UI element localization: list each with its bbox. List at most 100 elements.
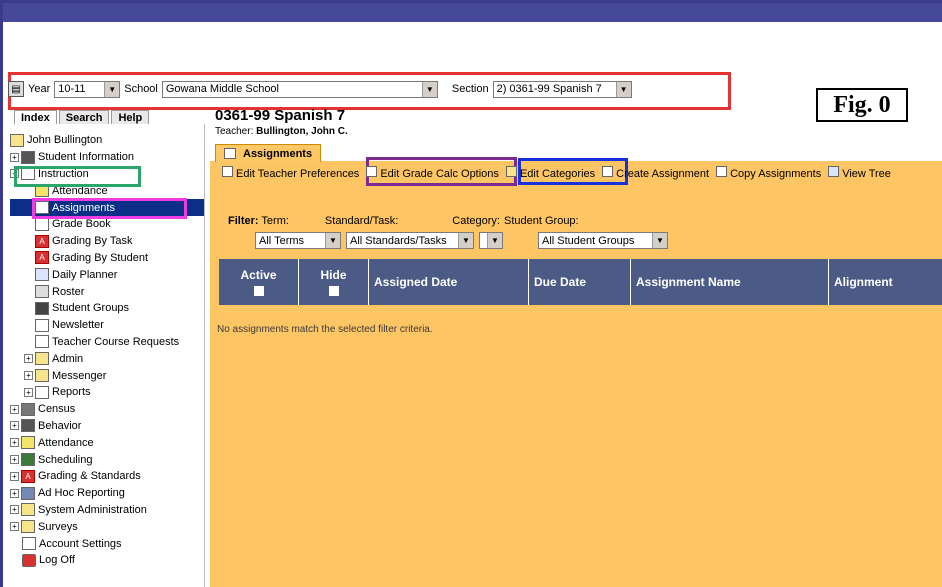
sidebar-item-account-settings[interactable]: Account Settings: [10, 535, 204, 552]
sidebar-item-daily-planner[interactable]: Daily Planner: [10, 266, 204, 283]
category-select[interactable]: ▼: [479, 232, 503, 249]
sidebar-item-label: Roster: [52, 285, 85, 298]
page-title: 0361-99 Spanish 7: [215, 107, 346, 124]
edit-teacher-preferences-link[interactable]: Edit Teacher Preferences: [222, 166, 359, 180]
sidebar-item-label: Daily Planner: [52, 268, 118, 281]
sidebar-item-census[interactable]: + Census: [10, 401, 204, 418]
column-label: Active: [240, 268, 277, 282]
column-alignment[interactable]: Alignment: [829, 259, 942, 305]
sidebar-item-teacher-course-requests[interactable]: Teacher Course Requests: [10, 334, 204, 351]
tab-assignments[interactable]: Assignments: [215, 144, 322, 162]
sidebar-item-label: Messenger: [52, 369, 107, 382]
expand-icon[interactable]: +: [10, 522, 19, 532]
column-assignment-name[interactable]: Assignment Name: [631, 259, 829, 305]
edit-icon: [222, 166, 233, 177]
year-select[interactable]: 10-11 ▼: [54, 80, 121, 98]
active-checkbox[interactable]: [253, 286, 264, 296]
expand-icon[interactable]: +: [10, 438, 19, 448]
action-label: Edit Teacher Preferences: [236, 168, 360, 180]
sidebar-item-label: Grading By Task: [52, 235, 133, 248]
action-label: View Tree: [842, 168, 891, 180]
sidebar-item-student-information[interactable]: + Student Information: [10, 149, 204, 166]
assignment-table-header: Active Hide Assigned Date Due Date Assig…: [219, 259, 942, 305]
school-select[interactable]: Gowana Middle School ▼: [161, 80, 438, 98]
tab-label: Assignments: [243, 147, 313, 160]
toggle-panel-icon[interactable]: ▤: [8, 81, 24, 97]
dropdown-arrow-icon: ▼: [487, 233, 502, 248]
teacher-prefix: Teacher:: [215, 126, 254, 137]
sidebar-item-ad-hoc-reporting[interactable]: + Ad Hoc Reporting: [10, 485, 204, 502]
sidebar-item-reports[interactable]: + Reports: [10, 384, 204, 401]
highlight-instruction-box: [14, 166, 141, 187]
expand-icon[interactable]: +: [10, 404, 19, 414]
create-assignment-link[interactable]: Create Assignment: [602, 166, 709, 180]
sidebar-item-label: John Bullington: [27, 134, 103, 147]
sidebar-item-user[interactable]: John Bullington: [10, 132, 204, 149]
sidebar-item-label: Grade Book: [52, 218, 111, 231]
census-icon: [21, 402, 35, 416]
highlight-assignments-box: [32, 198, 187, 219]
sidebar-item-attendance[interactable]: + Attendance: [10, 434, 204, 451]
standard-value: All Standards/Tasks: [350, 234, 447, 247]
tree-icon: [828, 166, 840, 177]
section-label: Section: [451, 83, 489, 95]
sidebar-item-grading-by-task[interactable]: A Grading By Task: [10, 233, 204, 250]
expand-icon[interactable]: +: [24, 371, 33, 381]
sidebar-item-system-administration[interactable]: + System Administration: [10, 502, 204, 519]
section-select[interactable]: 2) 0361-99 Spanish 7 ▼: [492, 80, 632, 98]
filter-label: Filter:: [228, 215, 259, 227]
edit-grade-calc-options-link[interactable]: Edit Grade Calc Options: [366, 166, 499, 180]
column-active[interactable]: Active: [219, 259, 299, 305]
column-label: Assignment Name: [636, 275, 741, 289]
sidebar-item-log-off[interactable]: Log Off: [10, 552, 204, 569]
year-label: Year: [28, 83, 51, 95]
copy-assignments-link[interactable]: Copy Assignments: [716, 166, 821, 180]
sidebar-item-grading-by-student[interactable]: A Grading By Student: [10, 250, 204, 267]
user-folder-icon: [10, 133, 24, 147]
sidebar-item-student-groups[interactable]: Student Groups: [10, 300, 204, 317]
teacher-line: Teacher: Bullington, John C.: [215, 126, 348, 137]
dropdown-arrow-icon: ▼: [325, 233, 340, 248]
sidebar-item-newsletter[interactable]: Newsletter: [10, 317, 204, 334]
sidebar-item-roster[interactable]: Roster: [10, 283, 204, 300]
attendance-icon: [21, 436, 35, 450]
sidebar-item-label: Grading & Standards: [38, 470, 141, 483]
hide-checkbox[interactable]: [328, 286, 339, 296]
sidebar-item-label: Behavior: [38, 419, 82, 432]
column-hide[interactable]: Hide: [299, 259, 369, 305]
group-select[interactable]: All Student Groups ▼: [538, 232, 668, 249]
standard-select[interactable]: All Standards/Tasks ▼: [346, 232, 474, 249]
view-tree-link[interactable]: View Tree: [828, 166, 891, 180]
dropdown-arrow-icon: ▼: [615, 81, 631, 97]
sidebar-item-messenger[interactable]: + Messenger: [10, 367, 204, 384]
system-admin-icon: [21, 503, 35, 517]
column-due-date[interactable]: Due Date: [529, 259, 631, 305]
expand-icon[interactable]: +: [10, 471, 19, 481]
term-label: Term:: [261, 215, 289, 227]
edit-categories-link[interactable]: Edit Categories: [505, 166, 596, 180]
expand-icon[interactable]: +: [10, 488, 19, 498]
sidebar-item-behavior[interactable]: + Behavior: [10, 418, 204, 435]
group-value: All Student Groups: [542, 234, 635, 247]
standard-label: Standard/Task:: [324, 215, 399, 227]
expand-icon[interactable]: +: [24, 387, 33, 397]
reports-icon: [35, 385, 49, 399]
grading-task-icon: A: [35, 234, 49, 248]
expand-icon[interactable]: +: [10, 152, 19, 162]
figure-label: Fig. 0: [816, 88, 908, 122]
expand-icon[interactable]: +: [10, 505, 19, 515]
sidebar-item-surveys[interactable]: + Surveys: [10, 518, 204, 535]
sidebar-item-scheduling[interactable]: + Scheduling: [10, 451, 204, 468]
sidebar-item-grading-standards[interactable]: + A Grading & Standards: [10, 468, 204, 485]
empty-message: No assignments match the selected filter…: [217, 324, 433, 335]
messenger-folder-icon: [35, 369, 49, 383]
expand-icon[interactable]: +: [10, 421, 19, 431]
sidebar-item-label: Surveys: [38, 520, 78, 533]
expand-icon[interactable]: +: [10, 455, 19, 465]
action-label: Edit Categories: [519, 168, 596, 180]
assignments-tab-icon: [224, 148, 236, 159]
term-select[interactable]: All Terms ▼: [255, 232, 341, 249]
expand-icon[interactable]: +: [24, 354, 33, 364]
sidebar-item-admin[interactable]: + Admin: [10, 350, 204, 367]
column-assigned-date[interactable]: Assigned Date: [369, 259, 529, 305]
